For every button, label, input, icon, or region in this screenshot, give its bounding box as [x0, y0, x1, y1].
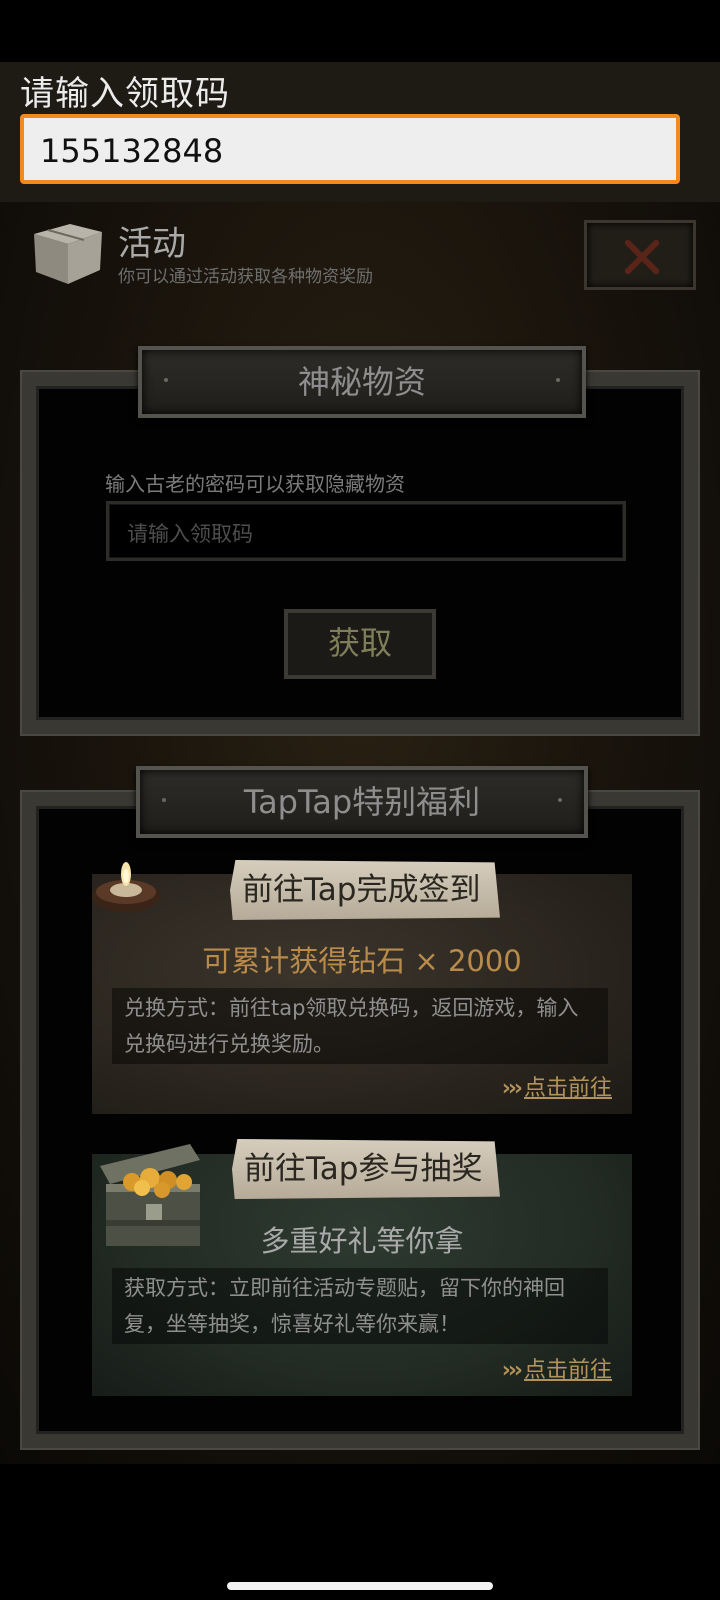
lottery-description: 获取方式：立即前往活动专题贴，留下你的神回复，坐等抽奖，惊喜好礼等你来赢！ [112, 1268, 608, 1344]
checkin-description: 兑换方式：前往tap领取兑换码，返回游戏，输入兑换码进行兑换奖励。 [112, 988, 608, 1064]
lottery-go-link[interactable]: ››› 点击前往 [472, 1352, 612, 1384]
redeem-code-field[interactable]: 请输入领取码 [106, 501, 626, 561]
code-entry-prompt: 请输入领取码 [20, 74, 230, 114]
navigation-bar [0, 1464, 720, 1600]
close-button[interactable] [584, 220, 696, 290]
activity-subtitle: 你可以通过活动获取各种物资奖励 [118, 267, 373, 287]
mystery-supplies-title: 神秘物资 [297, 363, 426, 401]
code-entry-overlay: 请输入领取码 155132848 [0, 62, 720, 202]
lottery-tag: 前往Tap参与抽奖 [232, 1139, 500, 1199]
home-indicator[interactable] [227, 1582, 493, 1590]
chevrons-icon: ››› [501, 1076, 523, 1101]
status-bar [0, 0, 720, 62]
code-entry-input[interactable]: 155132848 [20, 114, 680, 184]
mystery-hint: 输入古老的密码可以获取隐藏物资 [105, 472, 405, 496]
taptap-title: TapTap特别福利 [243, 783, 481, 821]
activity-title: 活动 [118, 224, 186, 264]
lottery-go-label: 点击前往 [523, 1358, 612, 1383]
box-icon [34, 224, 102, 284]
mystery-supplies-plaque: 神秘物资 [138, 346, 586, 418]
taptap-plaque: TapTap特别福利 [136, 766, 588, 838]
get-button[interactable]: 获取 [284, 609, 436, 679]
checkin-headline: 可累计获得钻石 × 2000 [202, 944, 522, 978]
lottery-headline: 多重好礼等你拿 [260, 1224, 464, 1258]
checkin-go-label: 点击前往 [523, 1076, 612, 1101]
close-icon [625, 240, 659, 274]
checkin-go-link[interactable]: ››› 点击前往 [472, 1070, 612, 1102]
chevrons-icon: ››› [501, 1358, 523, 1383]
checkin-tag: 前往Tap完成签到 [230, 860, 500, 920]
candle-icon [92, 862, 160, 912]
